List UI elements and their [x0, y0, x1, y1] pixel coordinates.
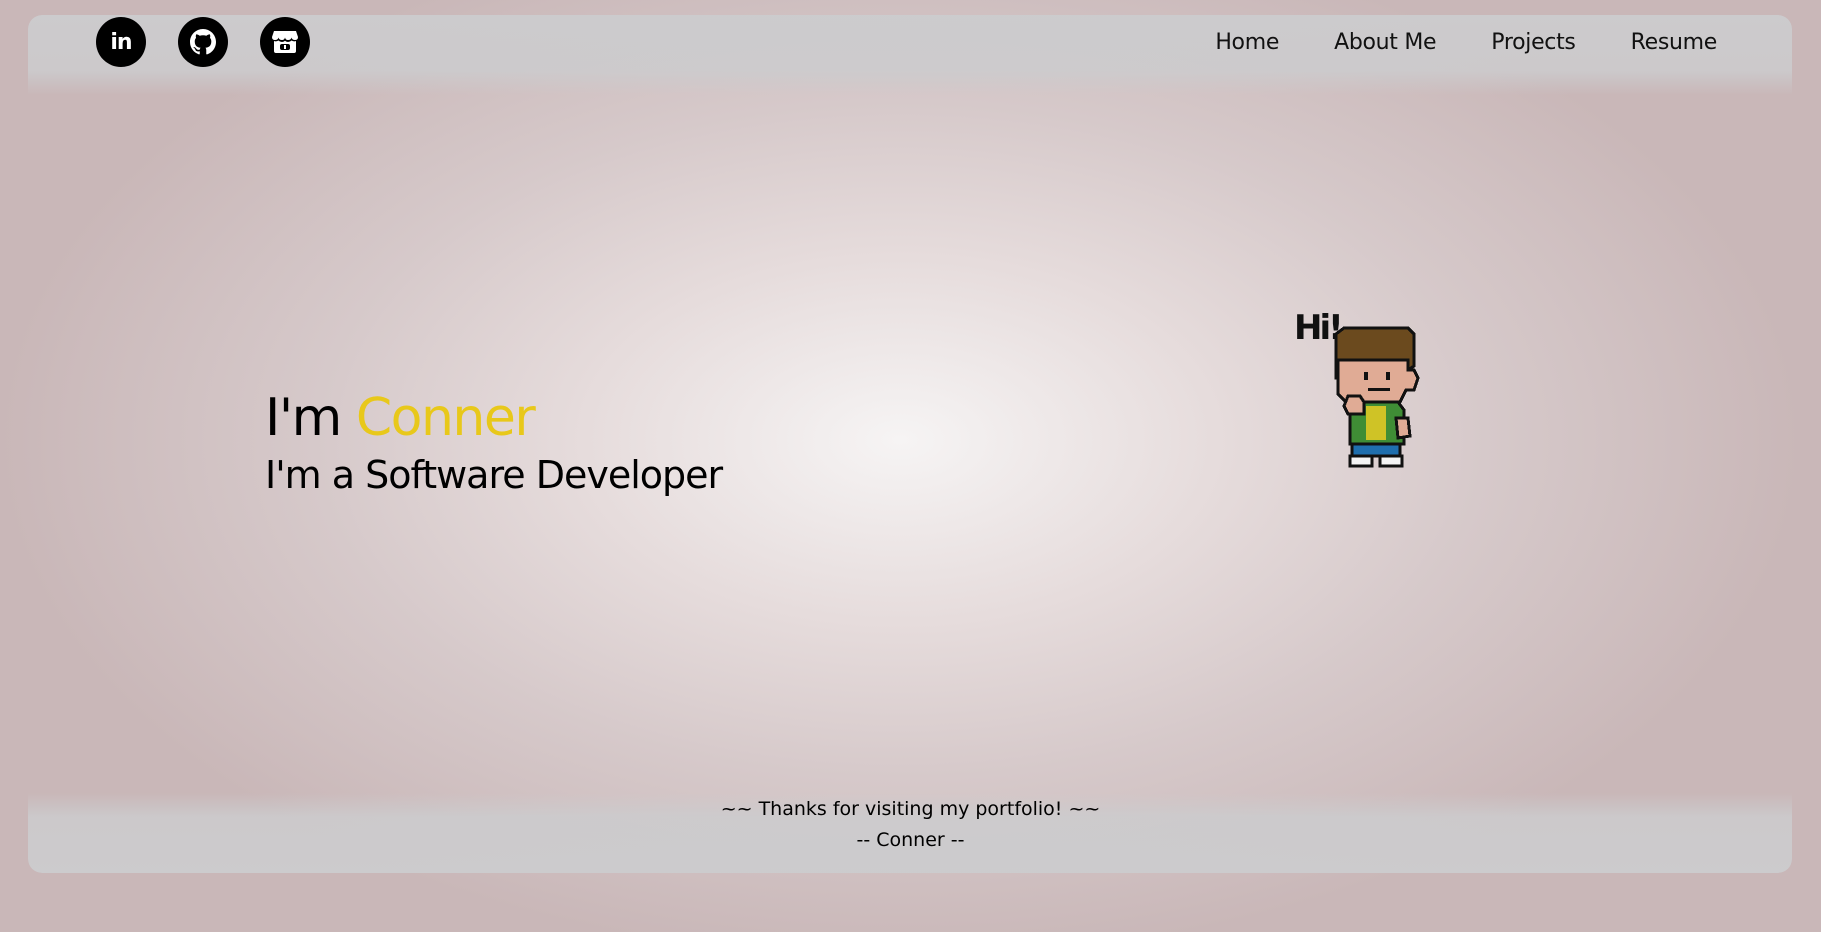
github-button[interactable]	[178, 17, 228, 67]
nav-home[interactable]: Home	[1215, 30, 1279, 55]
nav-about-me[interactable]: About Me	[1334, 30, 1436, 55]
itchio-button[interactable]	[260, 17, 310, 67]
nav-resume[interactable]: Resume	[1631, 30, 1718, 55]
itchio-icon	[272, 31, 298, 53]
linkedin-icon: in	[110, 29, 132, 55]
hero-name: Conner	[355, 388, 536, 448]
github-icon	[190, 29, 216, 55]
hero-title: I'm Conner	[265, 388, 722, 448]
nav-projects[interactable]: Projects	[1491, 30, 1576, 55]
linkedin-button[interactable]: in	[96, 17, 146, 67]
footer: ~~ Thanks for visiting my portfolio! ~~ …	[0, 794, 1821, 856]
footer-thanks: ~~ Thanks for visiting my portfolio! ~~	[720, 798, 1101, 820]
hero-section: I'm Conner I'm a Software Developer	[265, 388, 723, 498]
pixel-avatar: Hi!	[1288, 298, 1488, 562]
avatar-speech: Hi!	[1294, 308, 1341, 348]
footer-signature: -- Conner --	[856, 829, 965, 851]
hero-greeting-prefix: I'm	[265, 388, 356, 448]
hero-subtitle: I'm a Software Developer	[265, 453, 723, 497]
social-links: in	[96, 17, 310, 67]
main-nav: Home About Me Projects Resume	[1215, 30, 1717, 55]
